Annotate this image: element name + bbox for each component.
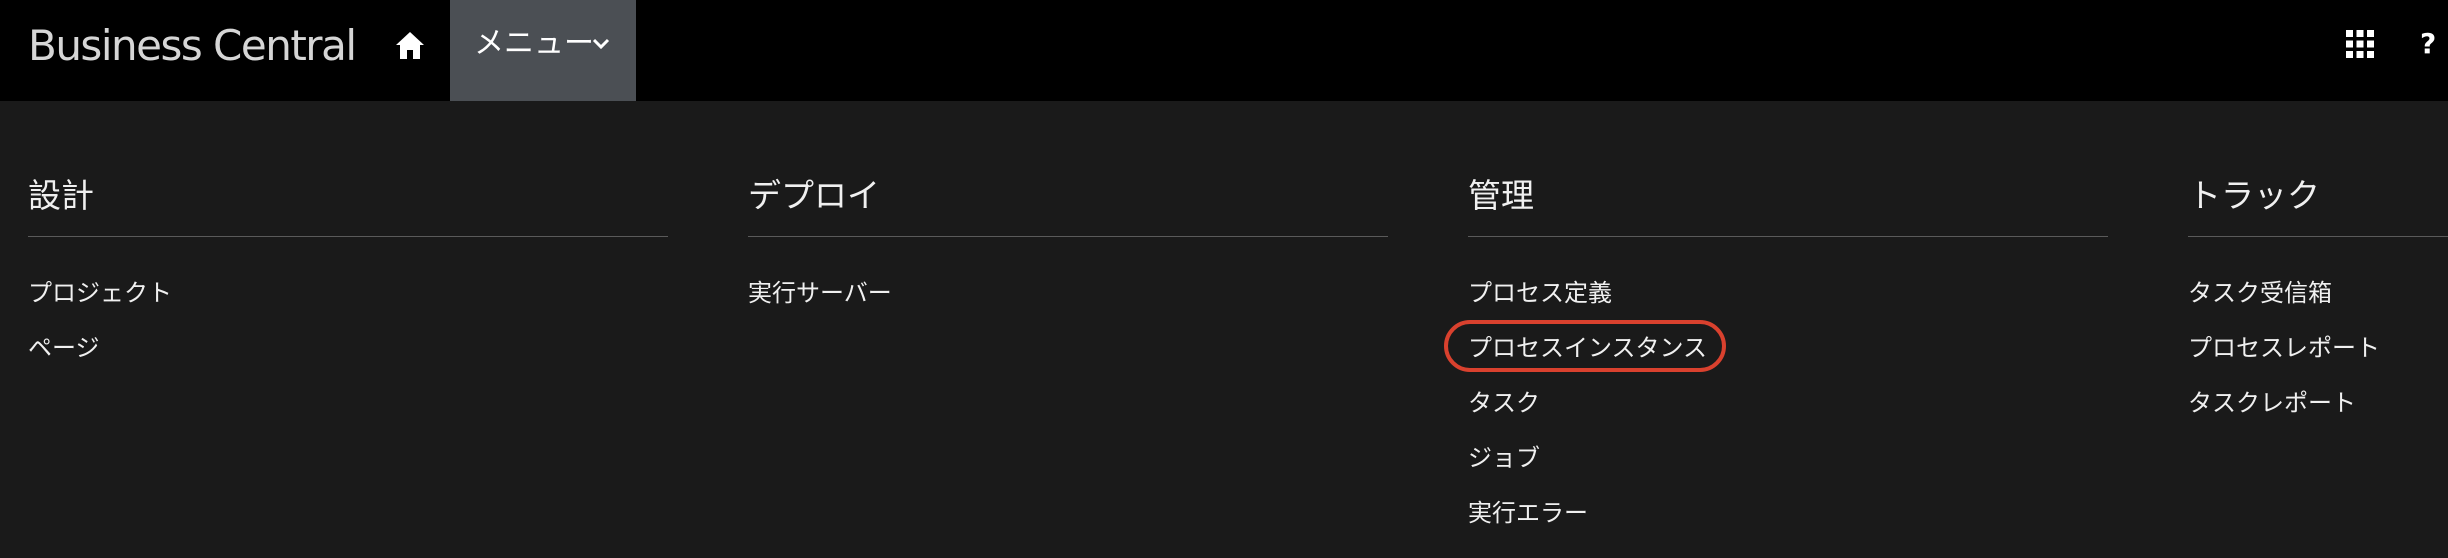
menu-column-design: 設計 プロジェクト ページ xyxy=(28,168,668,385)
menu-item-process-instances[interactable]: プロセスインスタンス xyxy=(1468,330,2108,385)
menu-item-process-definitions[interactable]: プロセス定義 xyxy=(1468,275,2108,330)
top-navigation-bar: Business Central メニュー ? xyxy=(0,0,2448,101)
menu-item-execution-errors[interactable]: 実行エラー xyxy=(1468,495,2108,550)
help-icon[interactable]: ? xyxy=(2420,24,2436,64)
app-brand[interactable]: Business Central xyxy=(28,18,357,74)
menu-item-task-reports[interactable]: タスクレポート xyxy=(2188,385,2448,440)
menu-button[interactable]: メニュー xyxy=(450,0,636,101)
column-divider xyxy=(1468,236,2108,237)
column-divider xyxy=(2188,236,2448,237)
menu-column-manage: 管理 プロセス定義 プロセスインスタンス タスク ジョブ 実行エラー xyxy=(1468,168,2108,550)
menu-button-label: メニュー xyxy=(474,26,594,61)
column-divider xyxy=(28,236,668,237)
menu-item-pages[interactable]: ページ xyxy=(28,330,668,385)
menu-item-process-reports[interactable]: プロセスレポート xyxy=(2188,330,2448,385)
column-title: 設計 xyxy=(28,176,94,215)
menu-item-tasks[interactable]: タスク xyxy=(1468,385,2108,440)
menu-column-deploy: デプロイ 実行サーバー xyxy=(748,168,1388,330)
apps-grid-icon[interactable] xyxy=(2346,30,2374,58)
column-title: トラック xyxy=(2188,176,2320,215)
column-title: 管理 xyxy=(1468,176,1534,215)
menu-item-execution-servers[interactable]: 実行サーバー xyxy=(748,275,1388,330)
menu-item-jobs[interactable]: ジョブ xyxy=(1468,440,2108,495)
menu-column-track: トラック タスク受信箱 プロセスレポート タスクレポート xyxy=(2188,168,2448,440)
column-title: デプロイ xyxy=(748,176,880,215)
menu-item-task-inbox[interactable]: タスク受信箱 xyxy=(2188,275,2448,330)
home-icon[interactable] xyxy=(390,26,430,66)
menu-item-projects[interactable]: プロジェクト xyxy=(28,275,668,330)
chevron-down-icon xyxy=(590,32,612,54)
column-divider xyxy=(748,236,1388,237)
